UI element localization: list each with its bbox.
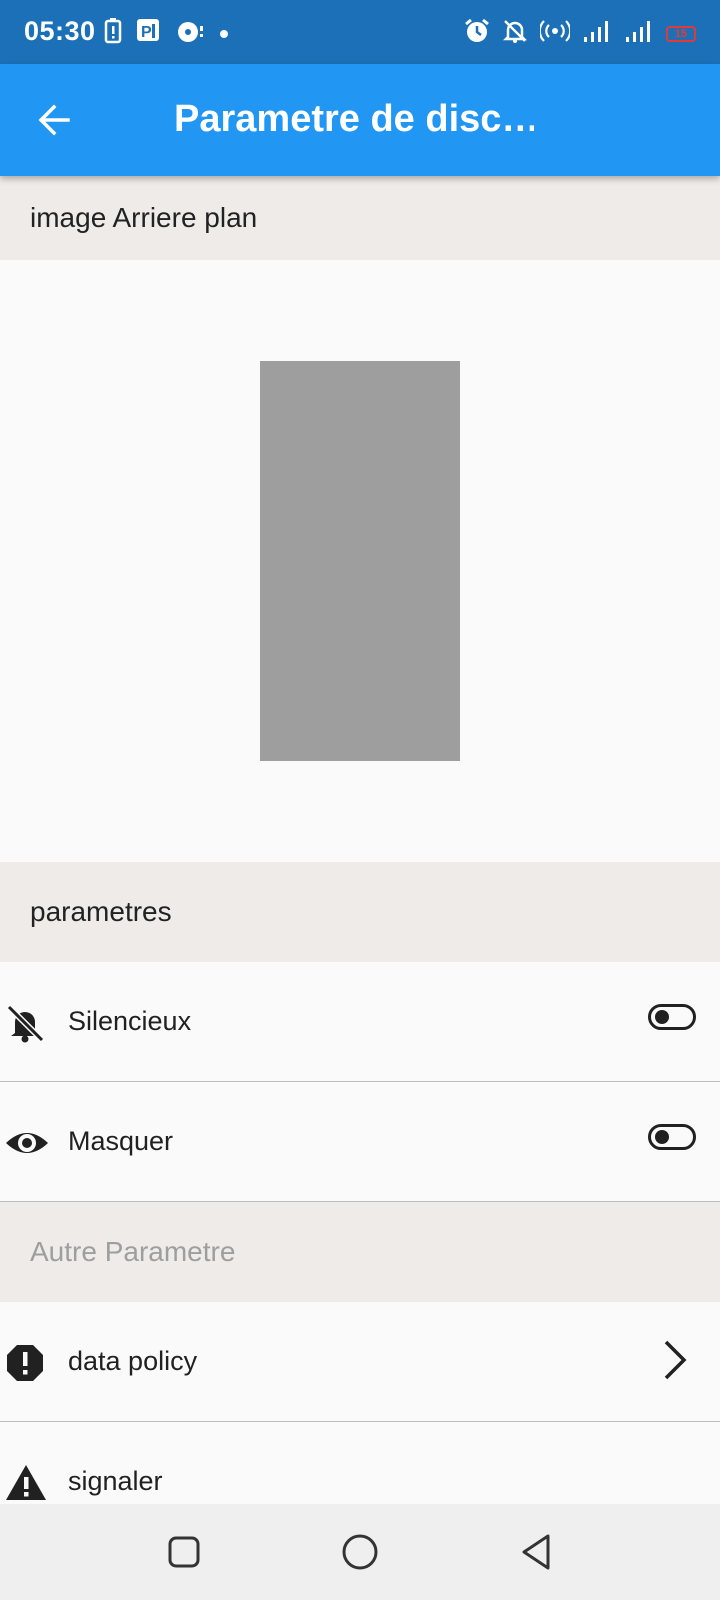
svg-text:P: P <box>141 24 152 41</box>
recents-button[interactable] <box>164 1532 204 1572</box>
hide-toggle[interactable] <box>648 1124 696 1150</box>
section-header-background-image: image Arriere plan <box>0 176 720 260</box>
signal-icon <box>582 19 612 48</box>
arrow-back-icon <box>38 104 70 136</box>
signal-icon <box>624 19 654 48</box>
alarm-icon <box>464 18 490 49</box>
home-button[interactable] <box>340 1532 380 1572</box>
toggle-track <box>648 1124 696 1150</box>
setting-item-hide[interactable]: Masquer <box>0 1082 720 1202</box>
settings-screen: 05:30 P 15 Parametre de disc… image Arri… <box>0 0 720 1600</box>
item-label: signaler <box>68 1466 163 1496</box>
toggle-knob <box>655 1130 669 1144</box>
back-triangle-icon <box>522 1534 550 1570</box>
section-title: image Arriere plan <box>30 202 258 233</box>
back-nav-button[interactable] <box>516 1532 556 1572</box>
battery-icon: 15 <box>666 25 696 42</box>
section-title: parametres <box>30 896 172 927</box>
section-header-other: Autre Parametre <box>0 1202 720 1302</box>
app-bar: Parametre de disc… <box>0 64 720 176</box>
background-image-area <box>0 260 720 862</box>
chevron-right-icon <box>660 1338 690 1387</box>
status-left-icons: P <box>104 18 228 49</box>
status-bar: 05:30 P 15 <box>0 0 720 64</box>
other-item-data-policy[interactable]: data policy <box>0 1302 720 1422</box>
setting-label: Silencieux <box>68 1006 192 1036</box>
home-circle-icon <box>342 1534 378 1570</box>
notification-dot-icon <box>220 29 228 38</box>
toggle-track <box>648 1004 696 1030</box>
bell-off-icon <box>4 1002 46 1044</box>
item-label: data policy <box>68 1346 198 1376</box>
status-right-icons: 15 <box>464 18 696 49</box>
system-nav-bar <box>0 1504 720 1600</box>
sync-app-icon <box>176 18 206 49</box>
section-header-settings: parametres <box>0 862 720 962</box>
warning-triangle-icon <box>4 1462 46 1504</box>
toggle-knob <box>655 1010 669 1024</box>
background-image-preview[interactable] <box>260 361 460 761</box>
silent-toggle[interactable] <box>648 1004 696 1030</box>
setting-item-silent[interactable]: Silencieux <box>0 962 720 1082</box>
hotspot-icon <box>538 19 572 48</box>
page-title: Parametre de disc… <box>174 98 534 140</box>
back-button[interactable] <box>26 92 82 148</box>
parking-app-icon: P <box>136 18 162 49</box>
eye-icon <box>4 1122 48 1164</box>
section-title: Autre Parametre <box>30 1236 236 1267</box>
status-time: 05:30 <box>24 16 96 46</box>
bell-off-icon <box>502 18 528 49</box>
battery-alert-icon <box>104 18 122 49</box>
setting-label: Masquer <box>68 1126 174 1156</box>
recents-square-icon <box>168 1536 200 1568</box>
alert-octagon-icon <box>4 1342 46 1384</box>
